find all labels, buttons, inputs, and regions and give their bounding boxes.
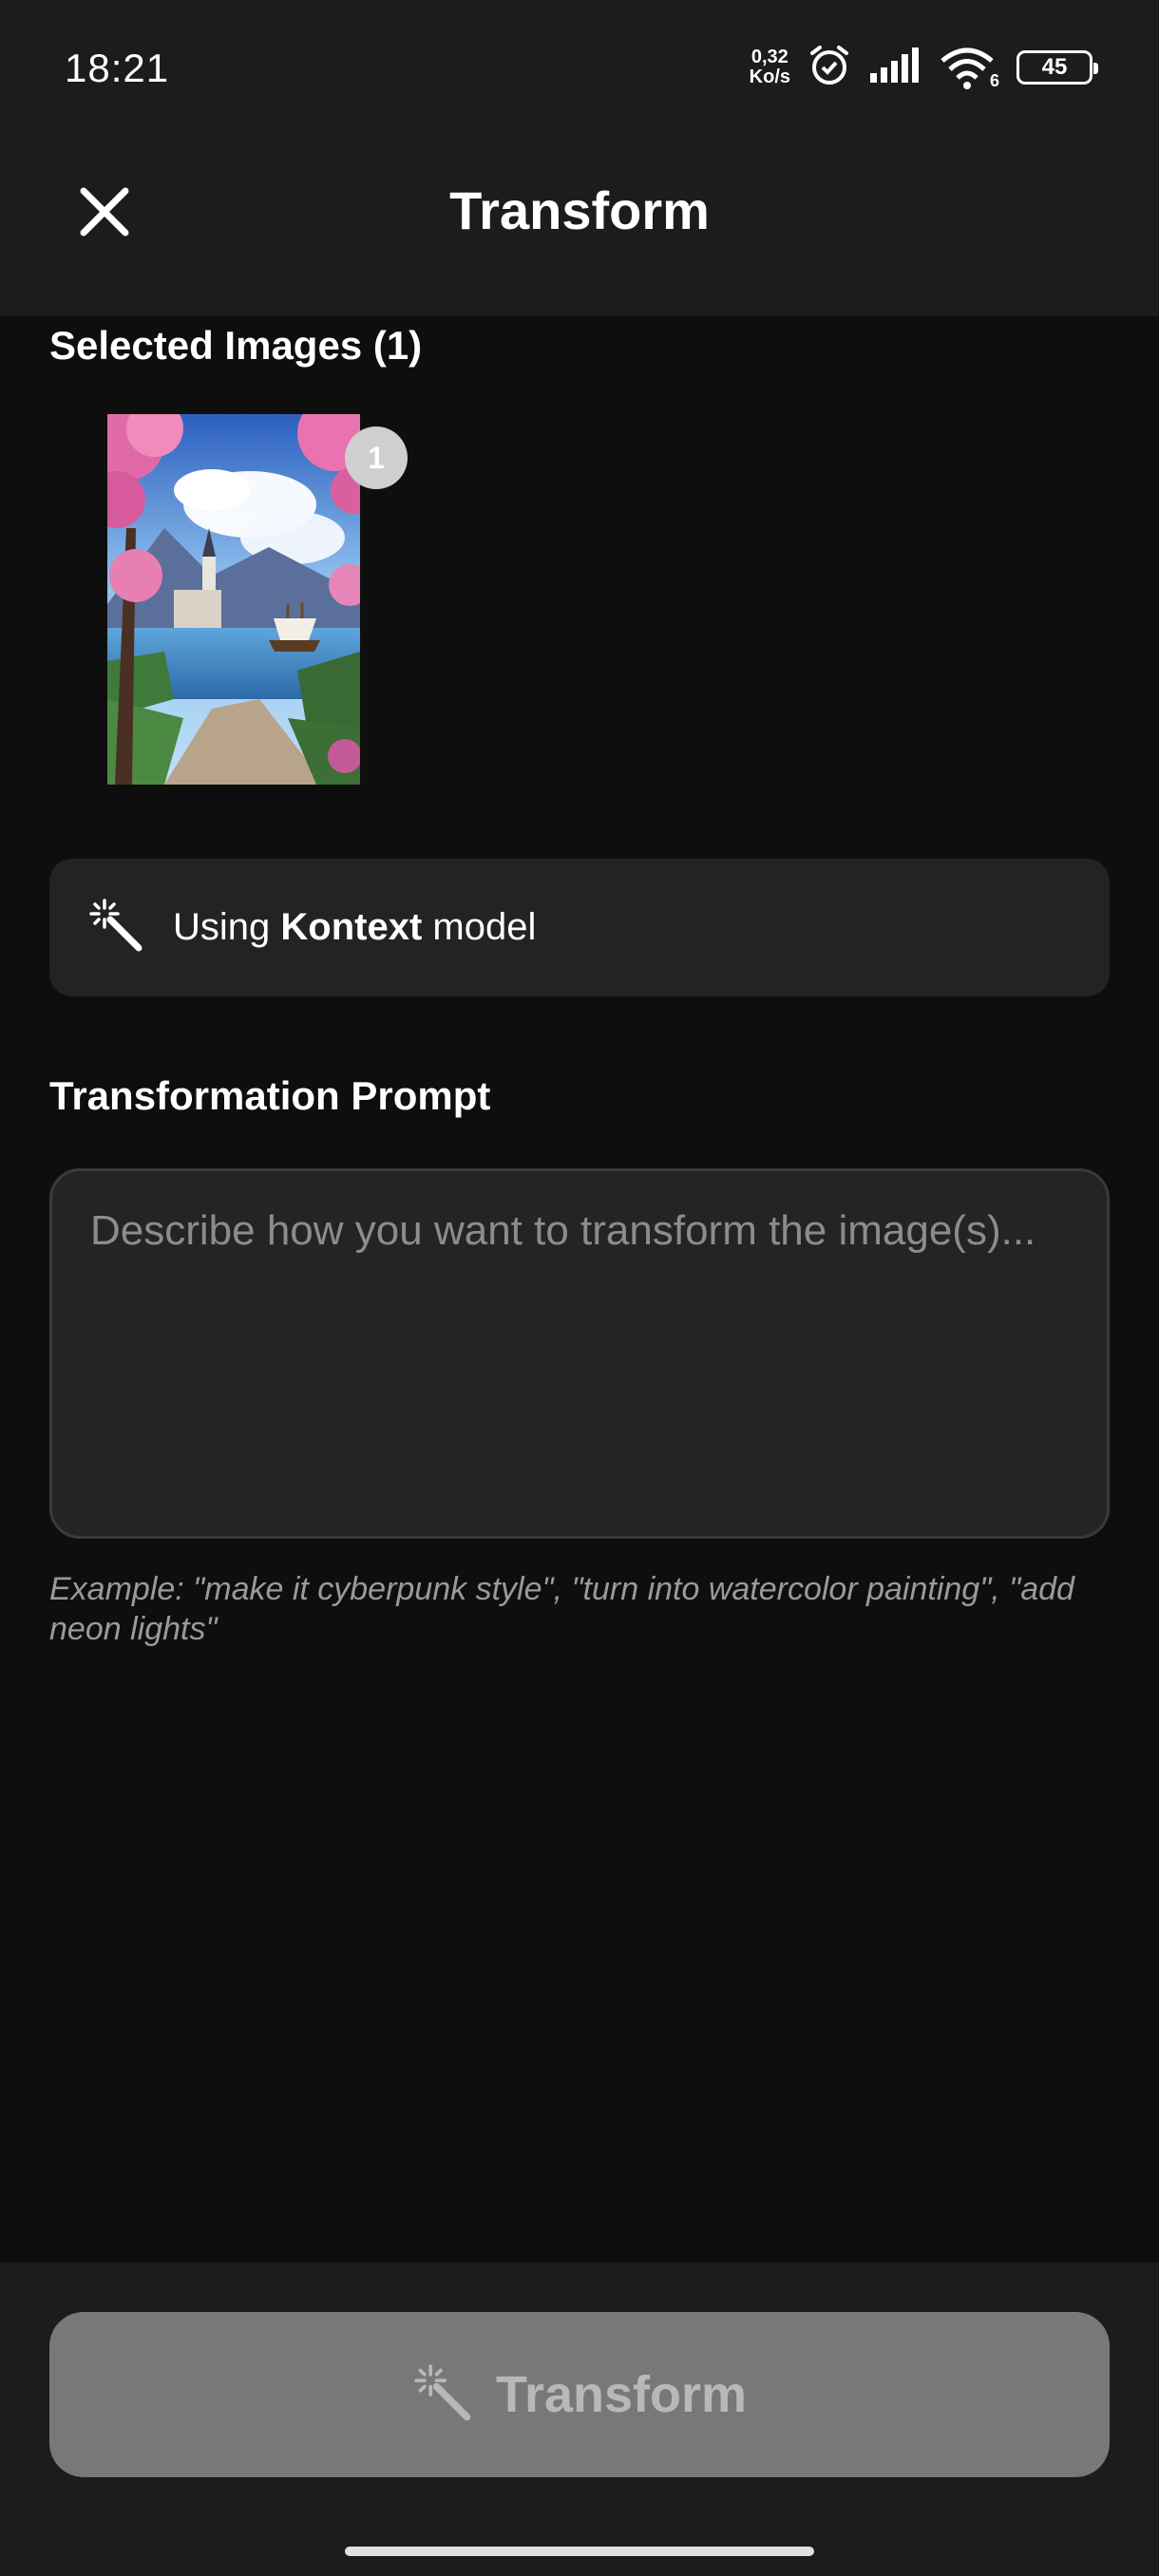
prompt-textarea[interactable]: Describe how you want to transform the i… — [49, 1168, 1110, 1539]
status-time: 18:21 — [65, 46, 170, 90]
prompt-example-hint: Example: "make it cyberpunk style", "tur… — [49, 1571, 1074, 1647]
wifi-badge: 6 — [989, 71, 999, 90]
battery-icon: 45 — [1016, 50, 1098, 85]
model-name: Kontext — [280, 906, 423, 948]
network-speed: 0,32 Ko/s — [750, 47, 790, 87]
top-app-bar: Transform — [0, 138, 1159, 316]
transform-button[interactable]: Transform — [49, 2312, 1110, 2477]
prompt-placeholder: Describe how you want to transform the i… — [90, 1207, 1036, 1254]
network-speed-unit: Ko/s — [749, 66, 790, 87]
transform-screen: 18:21 0,32 Ko/s 6 45 Transform Selected … — [0, 0, 1159, 2576]
selection-count-badge: 1 — [345, 426, 408, 489]
signal-icon — [868, 47, 922, 89]
model-label-prefix: Using — [173, 906, 281, 948]
battery-level: 45 — [1041, 54, 1068, 80]
home-indicator[interactable] — [345, 2547, 814, 2556]
prompt-section-title: Transformation Prompt — [49, 1073, 491, 1118]
alarm-icon — [808, 44, 851, 92]
network-speed-value: 0,32 — [750, 47, 788, 67]
status-icons: 0,32 Ko/s 6 45 — [750, 42, 1098, 93]
selected-image-thumbnail[interactable] — [107, 414, 360, 785]
wifi-icon: 6 — [939, 46, 999, 90]
model-label-suffix: model — [422, 906, 537, 948]
model-label: Using Kontext model — [173, 906, 536, 949]
magic-wand-icon — [412, 2362, 473, 2428]
model-info-card: Using Kontext model — [49, 859, 1110, 996]
status-bar: 18:21 0,32 Ko/s 6 45 — [0, 0, 1159, 138]
transform-button-label: Transform — [495, 2366, 748, 2423]
page-title: Transform — [449, 180, 710, 240]
magic-wand-icon — [87, 897, 144, 958]
selected-images-title: Selected Images (1) — [49, 323, 423, 368]
